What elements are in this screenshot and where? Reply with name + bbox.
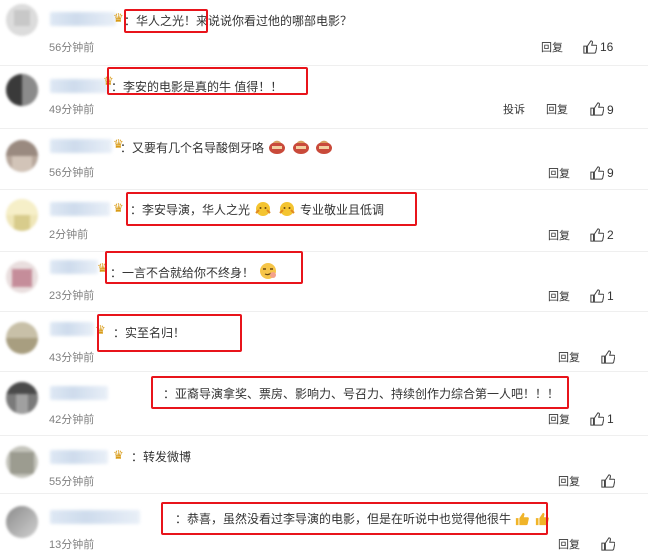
username[interactable] bbox=[50, 260, 98, 274]
like-count: 1 bbox=[607, 289, 614, 303]
comment-item: ♛ ：又要有几个名导酸倒牙咯 56分钟前 回复 9 bbox=[0, 129, 648, 190]
reply-button[interactable]: 回复 bbox=[558, 473, 580, 489]
comment-text-part-a: ：李安导演，华人之光 bbox=[130, 203, 251, 217]
comment-item: ：亚裔导演拿奖、票房、影响力、号召力、持续创作力综合第一人吧！！！ 42分钟前 … bbox=[0, 372, 648, 436]
sour-emoji-icon bbox=[316, 140, 333, 154]
thumbs-up-icon[interactable] bbox=[590, 289, 604, 303]
reply-button[interactable]: 回复 bbox=[541, 39, 563, 55]
comment-item: ♛ ：华人之光！来说说你看过他的哪部电影？ 56分钟前 回复 16 bbox=[0, 0, 648, 66]
like-count: 16 bbox=[600, 40, 614, 54]
avatar[interactable] bbox=[6, 506, 38, 538]
thumbs-up-emoji-icon bbox=[535, 512, 549, 526]
sour-emoji-icon bbox=[269, 140, 286, 154]
thumbs-up-icon[interactable] bbox=[590, 412, 604, 426]
thumbs-up-icon[interactable] bbox=[590, 166, 604, 180]
smirk-emoji-icon bbox=[260, 263, 277, 279]
username[interactable] bbox=[50, 322, 94, 336]
comment-text: ：实至名归！ bbox=[113, 326, 186, 340]
comment-time: 55分钟前 bbox=[49, 476, 95, 488]
avatar[interactable] bbox=[6, 4, 38, 36]
sour-emoji-icon bbox=[292, 140, 309, 154]
comment-time: 23分钟前 bbox=[49, 290, 95, 302]
comment-time: 56分钟前 bbox=[49, 167, 95, 179]
applause-emoji-icon bbox=[255, 202, 272, 216]
thumbs-up-icon[interactable] bbox=[601, 350, 615, 364]
avatar[interactable] bbox=[6, 322, 38, 354]
like-count: 2 bbox=[607, 228, 614, 242]
comment-text: ：一言不合就给你不终身！ bbox=[110, 262, 279, 281]
comment-text: ：华人之光！来说说你看过他的哪部电影？ bbox=[124, 14, 353, 28]
comment-text: ：李安的电影是真的牛 值得！！ bbox=[111, 80, 283, 94]
comment-time: 43分钟前 bbox=[49, 352, 95, 364]
reply-button[interactable]: 回复 bbox=[548, 165, 570, 181]
reply-button[interactable]: 回复 bbox=[546, 101, 568, 117]
avatar[interactable] bbox=[6, 199, 38, 231]
avatar[interactable] bbox=[6, 446, 38, 478]
like-count: 9 bbox=[607, 166, 614, 180]
username[interactable] bbox=[50, 450, 108, 464]
comment-text-part-b: 专业敬业且低调 bbox=[300, 203, 385, 217]
like-count: 1 bbox=[607, 412, 614, 426]
like-count: 9 bbox=[607, 103, 614, 117]
thumbs-up-emoji-icon bbox=[516, 512, 530, 526]
comment-time: 56分钟前 bbox=[49, 42, 95, 54]
report-button[interactable]: 投诉 bbox=[503, 101, 525, 117]
comment-item: ♛ ：转发微博 55分钟前 回复 bbox=[0, 436, 648, 494]
comment-time: 13分钟前 bbox=[49, 539, 95, 551]
avatar[interactable] bbox=[6, 382, 38, 414]
crown-icon: ♛ bbox=[113, 11, 124, 25]
reply-button[interactable]: 回复 bbox=[548, 411, 570, 427]
comment-text: ：又要有几个名导酸倒牙咯 bbox=[120, 139, 334, 156]
thumbs-up-icon[interactable] bbox=[601, 474, 615, 488]
comment-item: ♛ ：李安的电影是真的牛 值得！！ 49分钟前 投诉 回复 9 bbox=[0, 66, 648, 128]
comment-text: ：亚裔导演拿奖、票房、影响力、号召力、持续创作力综合第一人吧！！！ bbox=[163, 387, 560, 401]
crown-icon: ♛ bbox=[97, 261, 108, 275]
thumbs-up-icon[interactable] bbox=[583, 40, 597, 54]
username[interactable] bbox=[50, 510, 140, 524]
comment-item: ♛ ：一言不合就给你不终身！ 23分钟前 回复 1 bbox=[0, 252, 648, 312]
comment-time: 49分钟前 bbox=[49, 104, 95, 116]
comment-text-main: ：恭喜，虽然没看过李导演的电影，但是在听说中也觉得他很牛 bbox=[175, 512, 512, 526]
comment-text: ：李安导演，华人之光 专业敬业且低调 bbox=[130, 201, 384, 218]
applause-emoji-icon bbox=[278, 202, 295, 216]
comment-item: ♛ ：实至名归！ 43分钟前 回复 bbox=[0, 312, 648, 372]
reply-button[interactable]: 回复 bbox=[558, 349, 580, 365]
username[interactable] bbox=[50, 79, 110, 93]
crown-icon: ♛ bbox=[113, 201, 124, 215]
thumbs-up-icon[interactable] bbox=[590, 228, 604, 242]
comment-time: 2分钟前 bbox=[49, 229, 89, 241]
username[interactable] bbox=[50, 12, 116, 26]
reply-button[interactable]: 回复 bbox=[548, 227, 570, 243]
username[interactable] bbox=[50, 202, 110, 216]
thumbs-up-icon[interactable] bbox=[590, 102, 604, 116]
comment-text-main: ：一言不合就给你不终身！ bbox=[110, 266, 255, 280]
crown-icon: ♛ bbox=[113, 448, 124, 462]
comment-text: ：恭喜，虽然没看过李导演的电影，但是在听说中也觉得他很牛 bbox=[175, 511, 550, 527]
username[interactable] bbox=[50, 386, 108, 400]
comment-item: ♛ ：李安导演，华人之光 专业敬业且低调 2分钟前 回复 2 bbox=[0, 190, 648, 252]
reply-button[interactable]: 回复 bbox=[558, 536, 580, 552]
comment-text-main: ：又要有几个名导酸倒牙咯 bbox=[120, 141, 265, 155]
thumbs-up-icon[interactable] bbox=[601, 537, 615, 551]
comment-time: 42分钟前 bbox=[49, 414, 95, 426]
comment-text: ：转发微博 bbox=[131, 450, 192, 464]
crown-icon: ♛ bbox=[95, 323, 106, 337]
username[interactable] bbox=[50, 139, 112, 153]
comment-item: ：恭喜，虽然没看过李导演的电影，但是在听说中也觉得他很牛 13分钟前 回复 bbox=[0, 494, 648, 555]
avatar[interactable] bbox=[6, 74, 38, 106]
avatar[interactable] bbox=[6, 140, 38, 172]
avatar[interactable] bbox=[6, 261, 38, 293]
reply-button[interactable]: 回复 bbox=[548, 288, 570, 304]
